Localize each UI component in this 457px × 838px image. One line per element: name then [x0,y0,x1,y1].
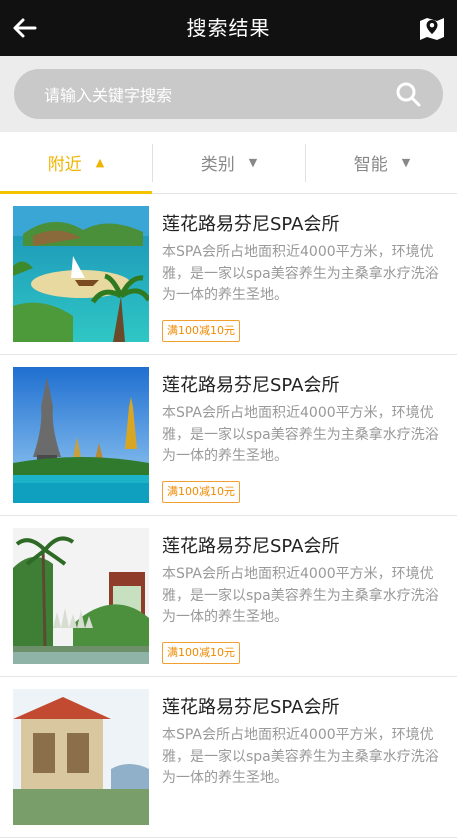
page-title: 搜索结果 [186,16,271,40]
map-button[interactable] [417,12,447,42]
search-icon[interactable] [395,81,421,107]
result-thumbnail [13,689,149,825]
filter-tab-nearby[interactable]: 附近 ▲ [0,132,152,194]
map-pin-icon [420,18,444,40]
result-title: 莲花路易芬尼SPA会所 [162,375,340,396]
result-item[interactable]: 莲花路易芬尼SPA会所 本SPA会所占地面积近4000平方米，环境优雅，是一家以… [0,194,457,355]
caret-up-icon: ▲ [95,156,105,169]
search-bar[interactable] [14,69,443,121]
result-title: 莲花路易芬尼SPA会所 [162,536,340,557]
caret-down-icon: ▼ [401,156,411,169]
search-input[interactable] [42,69,376,121]
result-description: 本SPA会所占地面积近4000平方米，环境优雅，是一家以spa美容养生为主桑拿水… [162,727,439,786]
result-thumbnail [13,367,149,503]
result-title: 莲花路易芬尼SPA会所 [162,697,340,718]
result-thumbnail [13,206,149,342]
result-list: 莲花路易芬尼SPA会所 本SPA会所占地面积近4000平方米，环境优雅，是一家以… [0,194,457,838]
result-item[interactable]: 莲花路易芬尼SPA会所 本SPA会所占地面积近4000平方米，环境优雅，是一家以… [0,516,457,677]
promo-badge: 满100减10元 [162,481,240,503]
result-thumbnail [13,528,149,664]
result-item[interactable]: 莲花路易芬尼SPA会所 本SPA会所占地面积近4000平方米，环境优雅，是一家以… [0,677,457,838]
search-area [0,56,457,132]
result-item[interactable]: 莲花路易芬尼SPA会所 本SPA会所占地面积近4000平方米，环境优雅，是一家以… [0,355,457,516]
result-description: 本SPA会所占地面积近4000平方米，环境优雅，是一家以spa美容养生为主桑拿水… [162,405,439,464]
filter-tab-label: 类别 [200,155,235,175]
filter-tab-label: 附近 [47,155,82,175]
filter-tab-label: 智能 [353,155,388,175]
caret-down-icon: ▼ [248,156,258,169]
result-description: 本SPA会所占地面积近4000平方米，环境优雅，是一家以spa美容养生为主桑拿水… [162,566,439,625]
promo-badge: 满100减10元 [162,320,240,342]
result-description: 本SPA会所占地面积近4000平方米，环境优雅，是一家以spa美容养生为主桑拿水… [162,244,439,303]
promo-badge: 满100减10元 [162,642,240,664]
result-title: 莲花路易芬尼SPA会所 [162,214,340,235]
filter-tab-category[interactable]: 类别 ▼ [153,132,305,193]
filter-tab-smart[interactable]: 智能 ▼ [306,132,457,193]
title-bar: 搜索结果 [0,0,457,56]
filter-bar: 附近 ▲ 类别 ▼ 智能 ▼ [0,132,457,194]
